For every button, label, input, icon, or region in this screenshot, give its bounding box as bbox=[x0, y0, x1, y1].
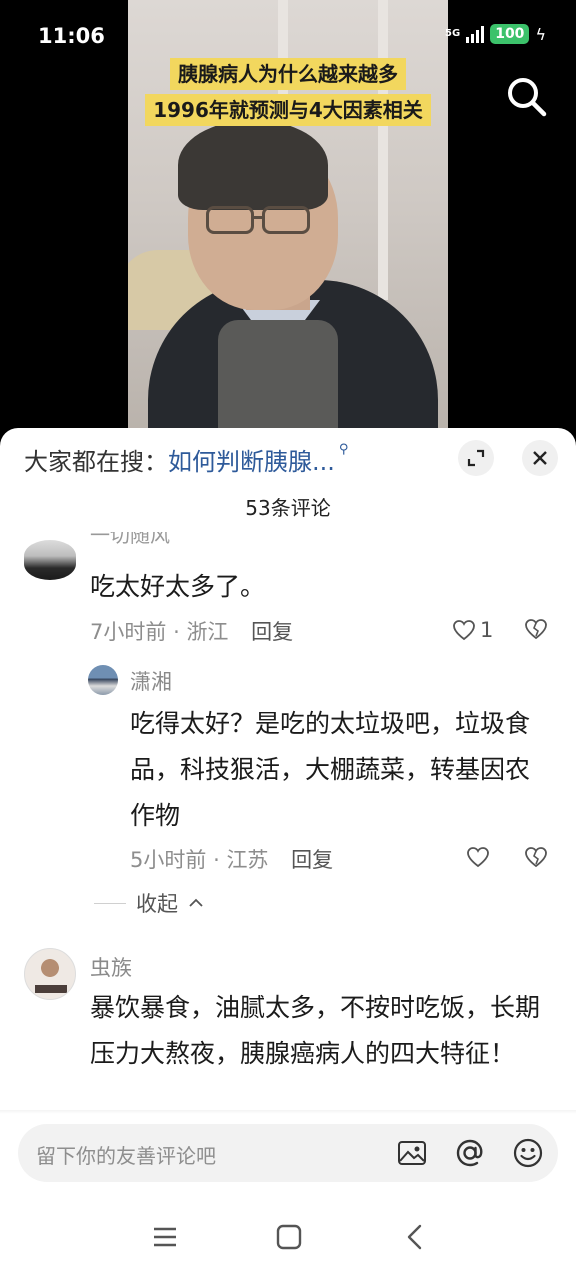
wall-panel bbox=[378, 0, 388, 300]
avatar[interactable] bbox=[24, 540, 76, 580]
heart-icon bbox=[453, 620, 475, 641]
comment-time: 5小时前 bbox=[130, 848, 207, 872]
reply-button[interactable]: 回复 bbox=[251, 620, 293, 644]
menu-icon[interactable] bbox=[150, 1222, 180, 1252]
battery-level: 100 bbox=[490, 24, 530, 44]
search-icon[interactable] bbox=[504, 74, 548, 118]
at-icon[interactable] bbox=[454, 1137, 486, 1169]
dislike-button[interactable] bbox=[524, 618, 548, 644]
dislike-icon bbox=[525, 619, 547, 640]
person-hair bbox=[178, 120, 328, 210]
video-player[interactable] bbox=[128, 0, 448, 440]
reply-button[interactable]: 回复 bbox=[291, 848, 333, 872]
comment-meta: 7小时前 · 浙江 回复 bbox=[90, 616, 293, 646]
close-button[interactable] bbox=[522, 440, 558, 476]
expand-button[interactable] bbox=[458, 440, 494, 476]
comment-meta: 5小时前 · 江苏 回复 bbox=[130, 844, 333, 874]
collapse-label: 收起 bbox=[136, 892, 178, 916]
divider bbox=[94, 902, 126, 904]
image-icon[interactable] bbox=[396, 1137, 428, 1169]
charging-icon: ϟ bbox=[535, 24, 546, 44]
heart-icon bbox=[467, 847, 489, 868]
search-small-icon: ⚲ bbox=[338, 442, 349, 457]
network-type: 5G bbox=[445, 28, 461, 39]
status-time: 11:06 bbox=[38, 24, 105, 48]
comment-time: 7小时前 bbox=[90, 620, 167, 644]
collapse-replies-button[interactable]: 收起 bbox=[94, 888, 204, 918]
comment-input[interactable]: 留下你的友善评论吧 bbox=[18, 1124, 558, 1182]
hot-search-prefix: 大家都在搜： bbox=[24, 448, 168, 476]
comment-location: 江苏 bbox=[226, 848, 269, 872]
like-count: 1 bbox=[480, 618, 494, 642]
comment-text: 暴饮暴食，油腻太多，不按时吃饭，长期压力大熬夜，胰腺癌病人的四大特征！ bbox=[90, 993, 541, 1068]
emoji-icon[interactable] bbox=[512, 1137, 544, 1169]
divider bbox=[0, 1110, 576, 1114]
back-icon[interactable] bbox=[400, 1222, 430, 1252]
dislike-icon bbox=[525, 847, 547, 868]
hot-search-query[interactable]: 如何判断胰腺... bbox=[168, 448, 335, 476]
meta-separator: · bbox=[213, 848, 220, 872]
expand-icon bbox=[467, 449, 485, 467]
avatar[interactable] bbox=[88, 665, 118, 695]
comment-username[interactable]: 一切随风 bbox=[90, 532, 170, 550]
glasses bbox=[262, 206, 310, 234]
close-icon bbox=[533, 451, 547, 465]
signal-icon bbox=[466, 25, 485, 43]
home-icon[interactable] bbox=[274, 1222, 304, 1252]
person-vest bbox=[218, 320, 338, 440]
comment-input-placeholder: 留下你的友善评论吧 bbox=[36, 1144, 216, 1168]
comment-location: 浙江 bbox=[186, 620, 229, 644]
avatar[interactable] bbox=[24, 948, 76, 1000]
like-button[interactable] bbox=[466, 846, 490, 868]
meta-separator: · bbox=[173, 620, 180, 644]
chevron-up-icon bbox=[189, 898, 203, 907]
comment-username[interactable]: 潇湘 bbox=[130, 666, 172, 696]
comment-count: 53条评论 bbox=[245, 496, 331, 520]
like-button[interactable]: 1 bbox=[452, 618, 493, 642]
comment-text: 吃得太好？是吃的太垃圾吧，垃圾食品，科技狠活，大棚蔬菜，转基因农作物 bbox=[130, 709, 531, 830]
comment-sheet: 大家都在搜：如何判断胰腺... ⚲ 53条评论 一切随风 吃太好太多了。 7小时前… bbox=[0, 428, 576, 1280]
glasses bbox=[206, 206, 254, 234]
comment-username[interactable]: 虫族 bbox=[90, 952, 132, 982]
comment-text: 吃太好太多了。 bbox=[90, 572, 266, 601]
status-indicators: 5G 100 ϟ bbox=[445, 24, 546, 44]
hot-search-bar[interactable]: 大家都在搜：如何判断胰腺... ⚲ bbox=[24, 442, 348, 477]
dislike-button[interactable] bbox=[524, 846, 548, 872]
